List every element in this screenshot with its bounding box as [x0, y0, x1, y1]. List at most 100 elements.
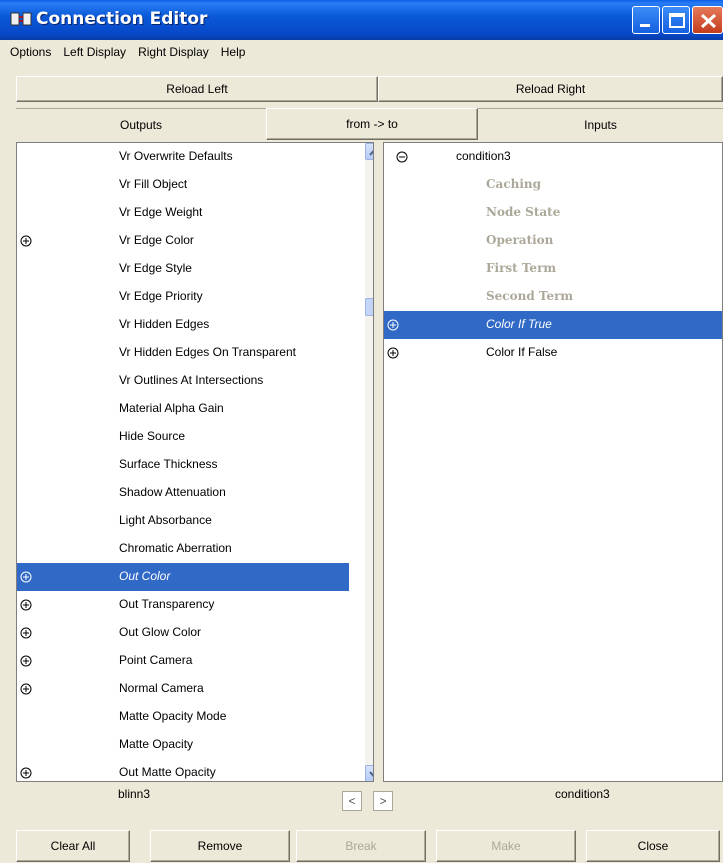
make-button[interactable]: Make — [436, 830, 576, 862]
list-item[interactable]: Matte Opacity — [17, 731, 349, 759]
list-item[interactable]: Node State — [384, 199, 722, 227]
list-item-label: First Term — [486, 261, 557, 275]
list-item[interactable]: Vr Edge Priority — [17, 283, 349, 311]
menu-options[interactable]: Options — [4, 45, 57, 59]
outputs-header: Outputs — [16, 108, 266, 140]
maximize-icon — [669, 13, 685, 28]
scroll-thumb[interactable] — [365, 298, 373, 316]
list-item[interactable]: Vr Hidden Edges — [17, 311, 349, 339]
list-item-label: Out Matte Opacity — [119, 765, 216, 779]
expand-icon[interactable] — [20, 599, 32, 611]
list-item-label: Vr Hidden Edges On Transparent — [119, 345, 296, 359]
bottom-button-row: Clear All Remove Break Make Close — [0, 830, 723, 862]
reload-right-button[interactable]: Reload Right — [378, 76, 723, 102]
reload-left-button[interactable]: Reload Left — [16, 76, 378, 102]
list-item[interactable]: Vr Overwrite Defaults — [17, 143, 349, 171]
list-item[interactable]: Vr Edge Color — [17, 227, 349, 255]
list-item-label: Light Absorbance — [119, 513, 212, 527]
maximize-button[interactable] — [662, 6, 690, 34]
right-node-name: condition3 — [555, 787, 610, 801]
menu-right-display[interactable]: Right Display — [132, 45, 215, 59]
list-item-label: Out Transparency — [119, 597, 215, 611]
list-item[interactable]: Chromatic Aberration — [17, 535, 349, 563]
list-item-label: Matte Opacity — [119, 737, 194, 751]
minimize-button[interactable] — [632, 6, 660, 34]
remove-button[interactable]: Remove — [150, 830, 290, 862]
list-item[interactable]: Out Matte Opacity — [17, 759, 349, 781]
list-item-label: Material Alpha Gain — [119, 401, 224, 415]
list-item-label: Vr Outlines At Intersections — [119, 373, 264, 387]
list-item[interactable]: Vr Edge Style — [17, 255, 349, 283]
outputs-list[interactable]: Vr Overwrite Defaults Vr Fill Object Vr Ed… — [16, 142, 374, 782]
list-item[interactable]: Out Color — [17, 563, 349, 591]
title-bar[interactable]: Connection Editor — [0, 0, 723, 40]
list-item[interactable]: Light Absorbance — [17, 507, 349, 535]
window-title: Connection Editor — [36, 9, 208, 29]
close-icon — [700, 13, 717, 29]
list-item[interactable]: Color If False — [384, 339, 722, 367]
list-item[interactable]: Operation — [384, 227, 722, 255]
clear-all-button[interactable]: Clear All — [16, 830, 130, 862]
direction-toggle-button[interactable]: from -> to — [266, 108, 478, 140]
list-item[interactable]: Hide Source — [17, 423, 349, 451]
list-item-label: Color If False — [486, 345, 558, 359]
break-button[interactable]: Break — [296, 830, 426, 862]
outputs-scrollbar[interactable] — [365, 143, 373, 781]
expand-icon[interactable] — [387, 347, 399, 359]
list-item[interactable]: First Term — [384, 255, 722, 283]
list-item-label: Surface Thickness — [119, 457, 218, 471]
collapse-icon[interactable] — [396, 151, 408, 163]
list-item[interactable]: Point Camera — [17, 647, 349, 675]
app-icon — [10, 12, 32, 26]
list-item[interactable]: Out Transparency — [17, 591, 349, 619]
list-item-label: Caching — [486, 177, 542, 191]
list-item-label: Hide Source — [119, 429, 186, 443]
left-node-name: blinn3 — [118, 787, 151, 801]
menu-help[interactable]: Help — [215, 45, 252, 59]
expand-icon[interactable] — [20, 571, 32, 583]
list-item[interactable]: Vr Edge Weight — [17, 199, 349, 227]
scroll-up-button[interactable] — [365, 143, 373, 160]
inputs-list[interactable]: condition3 Caching Node State Operation Firs… — [383, 142, 723, 782]
chevron-up-icon — [369, 150, 373, 156]
menu-left-display[interactable]: Left Display — [57, 45, 132, 59]
list-item[interactable]: Second Term — [384, 283, 722, 311]
list-item[interactable]: Material Alpha Gain — [17, 395, 349, 423]
list-item-label: Operation — [486, 233, 554, 247]
scroll-down-button[interactable] — [365, 765, 373, 781]
list-item[interactable]: Color If True — [384, 311, 722, 339]
expand-icon[interactable] — [20, 655, 32, 667]
inputs-header: Inputs — [478, 108, 723, 140]
list-item[interactable]: Caching — [384, 171, 722, 199]
list-item-label: Second Term — [486, 289, 574, 303]
close-window-button[interactable] — [692, 6, 723, 34]
expand-icon[interactable] — [20, 683, 32, 695]
expand-icon[interactable] — [20, 767, 32, 779]
list-item[interactable]: Matte Opacity Mode — [17, 703, 349, 731]
expand-icon[interactable] — [20, 235, 32, 247]
list-item[interactable]: Vr Hidden Edges On Transparent — [17, 339, 349, 367]
list-item[interactable]: Normal Camera — [17, 675, 349, 703]
list-item-label: Vr Hidden Edges — [119, 317, 210, 331]
list-item[interactable]: Surface Thickness — [17, 451, 349, 479]
list-item[interactable]: Vr Fill Object — [17, 171, 349, 199]
list-item[interactable]: condition3 — [384, 143, 722, 171]
close-button[interactable]: Close — [586, 830, 720, 862]
list-item-label: Out Glow Color — [119, 625, 202, 639]
list-item-label: Vr Fill Object — [119, 177, 188, 191]
scroll-left-button[interactable]: < — [342, 791, 362, 811]
list-item-label: Normal Camera — [119, 681, 204, 695]
list-item-label: Color If True — [486, 317, 552, 331]
list-item-label: Vr Edge Style — [119, 261, 192, 275]
list-item-label: Out Color — [119, 569, 171, 583]
expand-icon[interactable] — [20, 627, 32, 639]
list-item[interactable]: Out Glow Color — [17, 619, 349, 647]
list-item[interactable]: Shadow Attenuation — [17, 479, 349, 507]
list-item-label: Vr Edge Weight — [119, 205, 203, 219]
column-header-row: Outputs from -> to Inputs — [0, 108, 723, 140]
list-item-label: Shadow Attenuation — [119, 485, 226, 499]
list-item[interactable]: Vr Outlines At Intersections — [17, 367, 349, 395]
list-item-label: Chromatic Aberration — [119, 541, 232, 555]
expand-icon[interactable] — [387, 319, 399, 331]
scroll-right-button[interactable]: > — [373, 791, 393, 811]
